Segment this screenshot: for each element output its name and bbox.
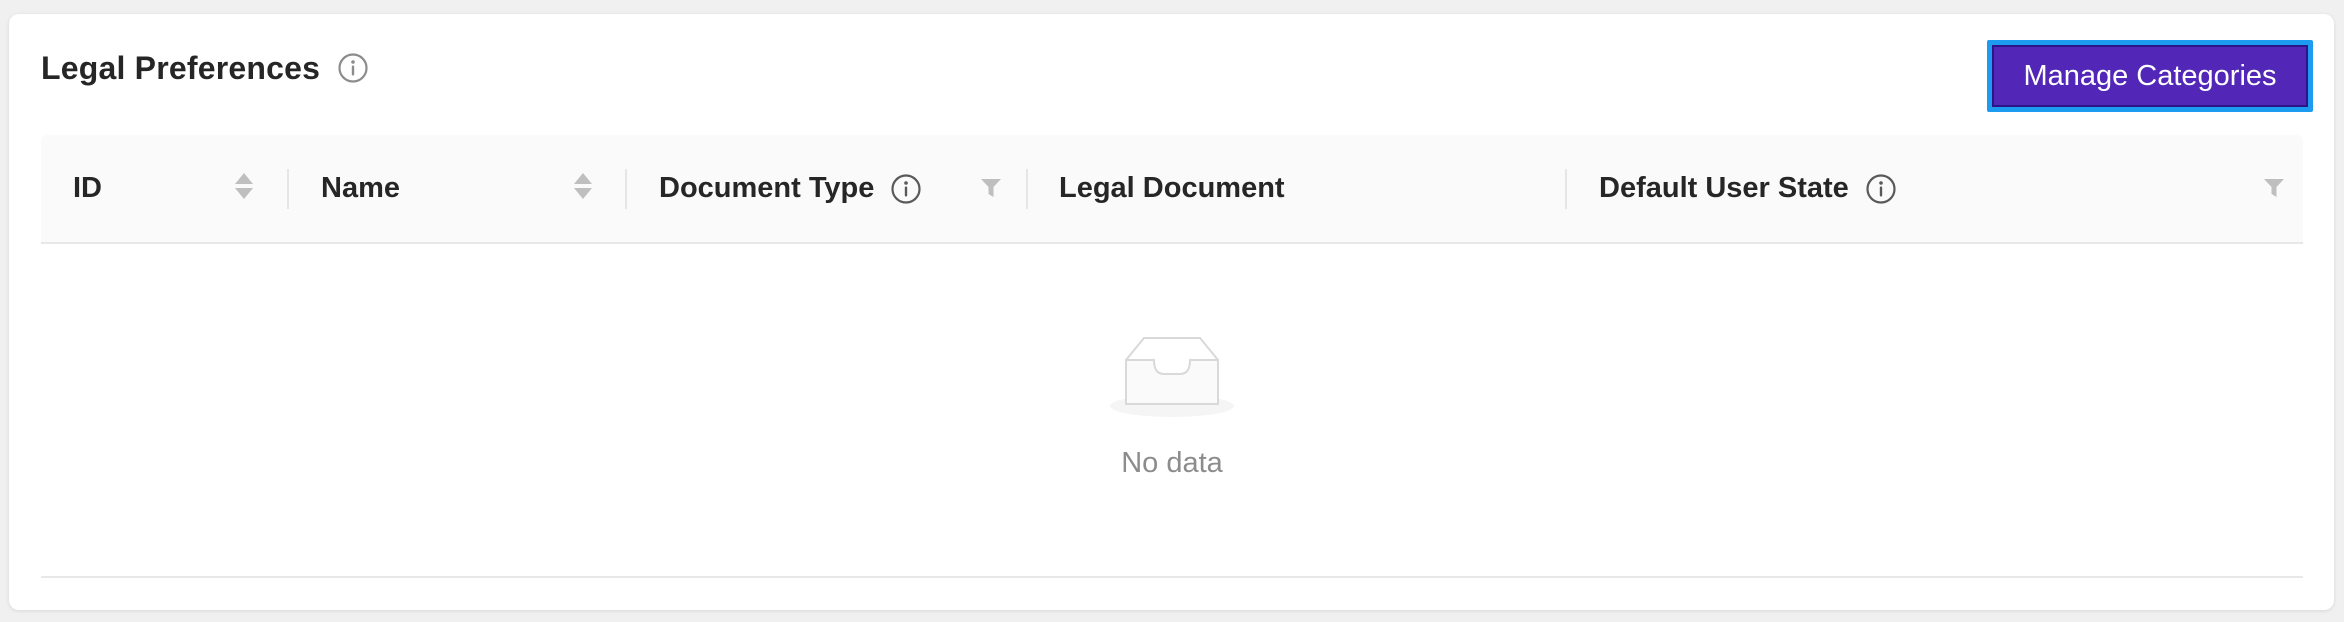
column-divider [287, 169, 289, 209]
column-divider [1026, 169, 1028, 209]
column-header-name[interactable]: Name [321, 135, 400, 242]
sort-descending-icon [574, 188, 592, 199]
column-label-id: ID [73, 172, 102, 204]
sort-ascending-icon [235, 173, 253, 184]
sort-icon[interactable] [235, 173, 253, 199]
info-icon[interactable] [337, 52, 369, 84]
sort-descending-icon [235, 188, 253, 199]
table-header: ID Name Document Type Legal Document Def… [41, 135, 2303, 244]
column-header-legal-document: Legal Document [1059, 135, 1285, 242]
legal-preferences-table: ID Name Document Type Legal Document Def… [41, 135, 2303, 578]
empty-state: No data [41, 334, 2303, 480]
empty-inbox-icon [1108, 334, 1236, 423]
column-header-default-user-state: Default User State [1599, 135, 1897, 242]
info-icon[interactable] [890, 173, 922, 205]
sort-ascending-icon [574, 173, 592, 184]
manage-categories-button[interactable]: Manage Categories [1987, 40, 2313, 112]
column-header-document-type: Document Type [659, 135, 922, 242]
column-label-default-user-state: Default User State [1599, 172, 1849, 204]
column-label-legal-document: Legal Document [1059, 172, 1285, 204]
table-body: No data [41, 244, 2303, 578]
column-divider [625, 169, 627, 209]
column-header-id[interactable]: ID [73, 135, 102, 242]
info-icon[interactable] [1865, 173, 1897, 205]
column-label-name: Name [321, 172, 400, 204]
sort-icon[interactable] [574, 173, 592, 199]
section-header: Legal Preferences [41, 48, 369, 88]
filter-icon[interactable] [980, 178, 1002, 203]
section-title: Legal Preferences [41, 49, 321, 86]
filter-icon[interactable] [2263, 178, 2285, 203]
legal-preferences-card: Legal Preferences Manage Categories ID N… [9, 14, 2334, 610]
column-divider [1565, 169, 1567, 209]
column-label-document-type: Document Type [659, 172, 875, 204]
empty-text: No data [1121, 447, 1223, 479]
